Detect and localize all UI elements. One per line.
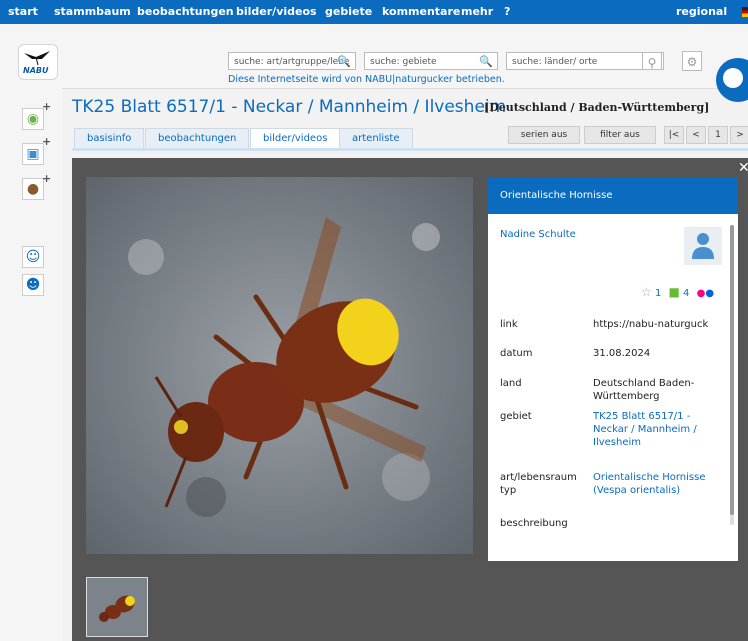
plus-icon: +: [42, 135, 52, 148]
main-photo[interactable]: [86, 177, 473, 554]
left-sidebar: ◉ + ▣ + ● + ☺ ☻: [0, 88, 62, 641]
nav-stammbaum[interactable]: stammbaum: [54, 5, 131, 18]
art-value[interactable]: Orientalische Hornisse (Vespa orientalis…: [593, 471, 727, 497]
plus-icon: +: [42, 172, 52, 185]
hornet-image: [86, 177, 473, 554]
land-value: Deutschland Baden-Württemberg: [593, 378, 695, 402]
pin-icon: ●: [26, 181, 40, 197]
close-icon[interactable]: ✕: [738, 160, 748, 176]
person-icon: [692, 233, 714, 259]
tab-beobachtungen[interactable]: beobachtungen: [145, 128, 250, 149]
nav-regional[interactable]: regional: [676, 5, 727, 18]
panel-stats: ☆ 1 ■ 4 ●●: [641, 285, 714, 299]
add-photo-button[interactable]: ▣: [22, 143, 44, 165]
search-gebiete-input[interactable]: suche: gebiete 🔍: [364, 52, 498, 70]
star-icon[interactable]: ☆: [641, 285, 652, 299]
search-icon[interactable]: 🔍: [479, 53, 493, 69]
gear-icon: ⚙: [686, 55, 698, 69]
search-button[interactable]: ⚲: [642, 52, 662, 70]
next-page-button[interactable]: >: [730, 126, 748, 144]
add-location-button[interactable]: ●: [22, 178, 44, 200]
page-subtitle: [Deutschland / Baden-Württemberg]: [484, 101, 710, 114]
naturgucker-logo[interactable]: [716, 58, 748, 102]
user-link-button[interactable]: ☻: [22, 274, 44, 296]
nav-beobachtungen[interactable]: beobachtungen: [137, 5, 234, 18]
eye-icon: [723, 68, 743, 88]
scrollbar-thumb[interactable]: [730, 225, 734, 515]
search-icon: ⚲: [647, 56, 657, 70]
comment-icon[interactable]: ■: [669, 285, 680, 299]
plus-icon: +: [42, 100, 52, 113]
people-icon: ☺: [25, 249, 41, 265]
datum-value: 31.08.2024: [593, 348, 651, 359]
search-laender-input[interactable]: suche: länder/ orte: [506, 52, 664, 70]
nav-mehr[interactable]: mehr: [461, 5, 493, 18]
tab-basisinfo[interactable]: basisinfo: [74, 128, 145, 149]
user-arrow-icon: ☻: [25, 277, 41, 293]
german-flag-icon[interactable]: [742, 7, 748, 17]
author-link[interactable]: Nadine Schulte: [500, 229, 576, 240]
search-gebiete-placeholder: suche: gebiete: [370, 57, 437, 67]
nav-gebiete[interactable]: gebiete: [325, 5, 372, 18]
nav-start[interactable]: start: [8, 5, 38, 18]
prev-page-button[interactable]: <: [686, 126, 706, 144]
tab-artenliste[interactable]: artenliste: [339, 128, 413, 149]
logo-text: NABU: [23, 66, 49, 75]
tab-underline: [72, 148, 748, 151]
camera-icon: ▣: [26, 146, 40, 162]
hornet-thumbnail-image: [87, 578, 147, 636]
panel-scrollbar[interactable]: [730, 225, 734, 525]
add-observation-button[interactable]: ◉: [22, 108, 44, 130]
art-label: art/lebensraumtyp: [500, 472, 577, 496]
serien-toggle[interactable]: serien aus: [508, 126, 580, 144]
stork-icon: [24, 51, 50, 66]
page-title: TK25 Blatt 6517/1 - Neckar / Mannheim / …: [72, 97, 507, 117]
nav-help[interactable]: ?: [504, 5, 510, 18]
first-page-button[interactable]: |<: [664, 126, 684, 144]
filter-toggle[interactable]: filter aus: [584, 126, 656, 144]
panel-title: Orientalische Hornisse: [488, 177, 738, 214]
page-number: 1: [708, 126, 728, 144]
land-label: land: [500, 378, 522, 389]
observation-panel: Orientalische Hornisse Nadine Schulte ☆ …: [488, 177, 738, 561]
search-laender-placeholder: suche: länder/ orte: [512, 57, 598, 67]
search-art-placeholder: suche: art/artgruppe/lebe: [234, 57, 350, 67]
datum-label: datum: [500, 348, 533, 359]
top-navigation: start stammbaum beobachtungen bilder/vid…: [0, 0, 748, 24]
photo-thumbnail[interactable]: [86, 577, 148, 637]
gebiet-label: gebiet: [500, 411, 532, 422]
search-art-input[interactable]: suche: art/artgruppe/lebe 🔍: [228, 52, 356, 70]
users-button[interactable]: ☺: [22, 246, 44, 268]
nav-bilder-videos[interactable]: bilder/videos: [236, 5, 317, 18]
tab-bilder-videos[interactable]: bilder/videos: [250, 128, 341, 149]
nav-kommentare[interactable]: kommentare: [382, 5, 460, 18]
binoculars-icon: ◉: [26, 111, 40, 127]
beschreibung-label: beschreibung: [500, 518, 568, 529]
settings-button[interactable]: ⚙: [682, 51, 702, 71]
link-value[interactable]: https://nabu-naturguck: [593, 318, 727, 331]
comment-count: 4: [683, 288, 690, 299]
nabu-logo[interactable]: NABU: [18, 44, 58, 80]
tagline: Diese Internetseite wird von NABU|naturg…: [228, 74, 505, 85]
search-icon[interactable]: 🔍: [337, 53, 351, 69]
link-label: link: [500, 319, 518, 330]
gebiet-value[interactable]: TK25 Blatt 6517/1 - Neckar / Mannheim / …: [593, 410, 727, 449]
header: NABU suche: art/artgruppe/lebe 🔍 suche: …: [0, 24, 748, 102]
star-count: 1: [654, 288, 662, 299]
avatar[interactable]: [684, 227, 722, 265]
flickr-icon[interactable]: ●●: [697, 288, 714, 299]
